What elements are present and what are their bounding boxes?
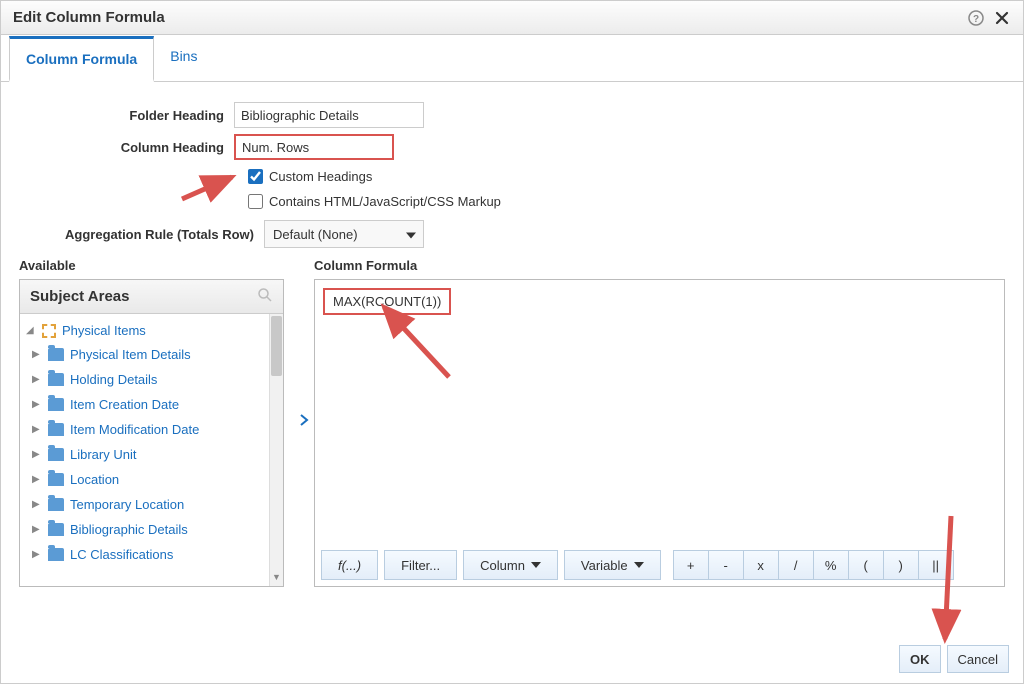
expander-icon: ▶ — [32, 399, 42, 410]
folder-icon — [48, 398, 64, 411]
expander-icon: ▶ — [32, 549, 42, 560]
chevron-down-icon — [531, 562, 541, 568]
tree-item[interactable]: ▶ Item Modification Date — [32, 422, 269, 437]
dialog-title: Edit Column Formula — [13, 9, 165, 26]
tree-item-label: Physical Item Details — [70, 347, 191, 362]
custom-headings-label: Custom Headings — [269, 169, 372, 184]
variable-dropdown[interactable]: Variable — [564, 550, 661, 580]
tab-bins[interactable]: Bins — [154, 36, 213, 82]
custom-headings-checkbox[interactable] — [248, 169, 263, 184]
tree-item-label: Item Modification Date — [70, 422, 199, 437]
expander-icon: ▶ — [32, 474, 42, 485]
scroll-down-icon[interactable]: ▼ — [270, 572, 283, 586]
variable-dropdown-label: Variable — [581, 558, 628, 573]
column-dropdown[interactable]: Column — [463, 550, 558, 580]
tab-column-formula[interactable]: Column Formula — [9, 36, 154, 82]
close-icon[interactable] — [993, 9, 1011, 27]
tree-item[interactable]: ▶ Location — [32, 472, 269, 487]
tree-item-label: Bibliographic Details — [70, 522, 188, 537]
cube-icon — [42, 324, 56, 338]
subject-areas-panel: Subject Areas ◢ — [19, 279, 284, 587]
tree-item[interactable]: ▶ LC Classifications — [32, 547, 269, 562]
op-divide-button[interactable]: / — [778, 550, 814, 580]
tree-root[interactable]: ◢ Physical Items — [26, 323, 269, 338]
tree-item[interactable]: ▶ Bibliographic Details — [32, 522, 269, 537]
contains-markup-checkbox[interactable] — [248, 194, 263, 209]
expander-icon: ▶ — [32, 449, 42, 460]
chevron-down-icon — [634, 562, 644, 568]
expander-icon: ▶ — [32, 524, 42, 535]
edit-column-formula-dialog: Edit Column Formula ? Column Formula Bin… — [0, 0, 1024, 684]
folder-icon — [48, 373, 64, 386]
subject-areas-header: Subject Areas — [30, 288, 130, 305]
folder-icon — [48, 448, 64, 461]
tree-root-label: Physical Items — [62, 323, 146, 338]
folder-icon — [48, 473, 64, 486]
ok-button[interactable]: OK — [899, 645, 941, 673]
folder-icon — [48, 523, 64, 536]
tree-item-label: Holding Details — [70, 372, 157, 387]
expander-icon: ▶ — [32, 424, 42, 435]
contains-markup-label: Contains HTML/JavaScript/CSS Markup — [269, 194, 501, 209]
tree-item[interactable]: ▶ Temporary Location — [32, 497, 269, 512]
folder-icon — [48, 498, 64, 511]
expander-icon: ◢ — [26, 325, 36, 336]
subject-areas-tree: ◢ Physical Items ▶Physical Item Details … — [20, 314, 283, 586]
scroll-thumb[interactable] — [271, 316, 282, 376]
chevron-down-icon — [406, 233, 416, 239]
column-formula-label: Column Formula — [314, 258, 1005, 273]
folder-heading-input[interactable] — [234, 102, 424, 128]
formula-text: MAX(RCOUNT(1)) — [323, 288, 451, 315]
tree-item[interactable]: ▶ Holding Details — [32, 372, 269, 387]
aggregation-rule-value: Default (None) — [273, 227, 358, 242]
tree-item-label: Library Unit — [70, 447, 136, 462]
available-label: Available — [19, 258, 284, 273]
tree-item-label: Temporary Location — [70, 497, 184, 512]
dialog-titlebar: Edit Column Formula ? — [1, 1, 1023, 35]
folder-icon — [48, 548, 64, 561]
dialog-body: Folder Heading Column Heading Custom Hea… — [1, 82, 1023, 587]
column-heading-label: Column Heading — [19, 140, 234, 155]
op-close-paren-button[interactable]: ) — [883, 550, 919, 580]
tree-scrollbar[interactable]: ▲ ▼ — [269, 314, 283, 586]
expander-icon: ▶ — [32, 499, 42, 510]
expander-icon: ▶ — [32, 374, 42, 385]
svg-text:?: ? — [973, 14, 979, 25]
cancel-button[interactable]: Cancel — [947, 645, 1009, 673]
op-minus-button[interactable]: - — [708, 550, 744, 580]
op-concat-button[interactable]: || — [918, 550, 954, 580]
op-plus-button[interactable]: + — [673, 550, 709, 580]
filter-button[interactable]: Filter... — [384, 550, 457, 580]
help-icon[interactable]: ? — [967, 9, 985, 27]
aggregation-rule-label: Aggregation Rule (Totals Row) — [19, 227, 264, 242]
expander-icon: ▶ — [32, 349, 42, 360]
function-button[interactable]: f(...) — [321, 550, 378, 580]
folder-icon — [48, 423, 64, 436]
folder-icon — [48, 348, 64, 361]
op-open-paren-button[interactable]: ( — [848, 550, 884, 580]
column-formula-textarea[interactable]: MAX(RCOUNT(1)) f(...) Filter... Column V… — [314, 279, 1005, 587]
tree-item[interactable]: ▶ Physical Item Details — [32, 347, 269, 362]
search-icon[interactable] — [257, 287, 273, 307]
column-dropdown-label: Column — [480, 558, 525, 573]
folder-heading-label: Folder Heading — [19, 108, 234, 123]
tab-strip: Column Formula Bins — [1, 35, 1023, 82]
column-heading-input[interactable] — [234, 134, 394, 160]
dialog-footer: OK Cancel — [899, 645, 1009, 673]
tree-item-label: LC Classifications — [70, 547, 173, 562]
op-percent-button[interactable]: % — [813, 550, 849, 580]
op-multiply-button[interactable]: x — [743, 550, 779, 580]
add-to-formula-button[interactable] — [297, 413, 311, 432]
tree-item[interactable]: ▶ Library Unit — [32, 447, 269, 462]
tree-item-label: Item Creation Date — [70, 397, 179, 412]
tree-item[interactable]: ▶ Item Creation Date — [32, 397, 269, 412]
aggregation-rule-select[interactable]: Default (None) — [264, 220, 424, 248]
tree-item-label: Location — [70, 472, 119, 487]
